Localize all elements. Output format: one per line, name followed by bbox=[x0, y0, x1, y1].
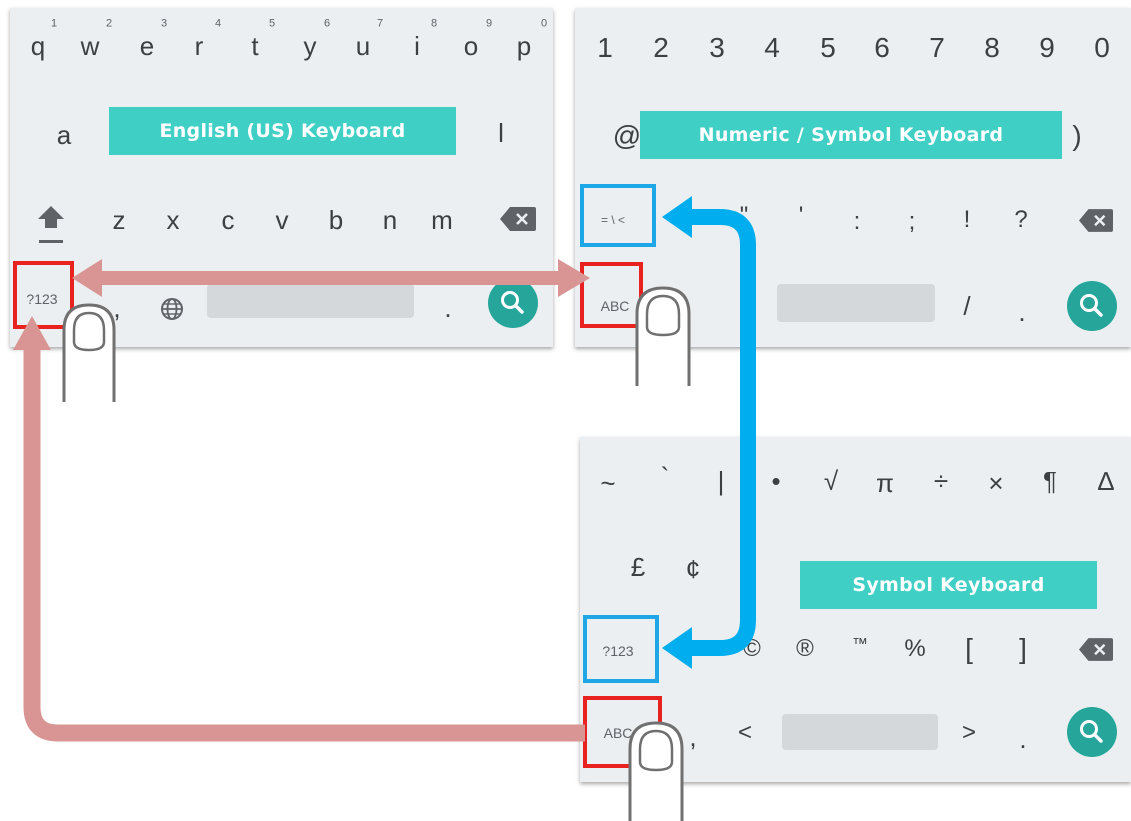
return-arrow-pink bbox=[13, 316, 585, 742]
key-u-hint: 7 bbox=[376, 17, 384, 30]
backspace-icon[interactable] bbox=[500, 207, 536, 231]
key-0[interactable]: 0 bbox=[1094, 34, 1110, 62]
numeric-keyboard: 1 2 3 4 5 6 7 8 9 0 @ ) = \ < " ' : ; ! … bbox=[575, 8, 1131, 347]
key-w-hint: 2 bbox=[105, 17, 113, 30]
key-7[interactable]: 7 bbox=[929, 34, 945, 62]
key-q-hint: 1 bbox=[50, 17, 58, 30]
key-delta[interactable]: ∆ bbox=[1098, 468, 1114, 494]
key-m[interactable]: m bbox=[431, 207, 453, 233]
numeric-keyboard-label: Numeric / Symbol Keyboard bbox=[640, 111, 1062, 159]
key-question[interactable]: ? bbox=[1014, 208, 1027, 232]
key-period[interactable]: . bbox=[1019, 726, 1026, 752]
key-t[interactable]: t bbox=[251, 33, 258, 59]
key-5[interactable]: 5 bbox=[820, 34, 836, 62]
key-r[interactable]: r bbox=[195, 33, 204, 59]
key-2[interactable]: 2 bbox=[653, 34, 669, 62]
symbol-back-key-highlight bbox=[583, 615, 659, 683]
key-t-hint: 5 bbox=[268, 17, 276, 30]
key-p-hint: 0 bbox=[540, 17, 548, 30]
key-multiply[interactable]: × bbox=[988, 470, 1003, 496]
key-single-quote[interactable]: ' bbox=[799, 204, 804, 228]
key-sqrt[interactable]: √ bbox=[824, 468, 838, 494]
key-less-than[interactable]: < bbox=[738, 721, 752, 745]
key-x[interactable]: x bbox=[167, 207, 180, 233]
key-exclamation[interactable]: ! bbox=[964, 208, 971, 232]
backspace-icon[interactable] bbox=[1079, 638, 1113, 661]
key-cent[interactable]: ¢ bbox=[686, 556, 700, 582]
key-n[interactable]: n bbox=[383, 207, 397, 233]
english-keyboard-label: English (US) Keyboard bbox=[109, 107, 456, 155]
key-divide[interactable]: ÷ bbox=[934, 468, 948, 494]
key-colon[interactable]: : bbox=[854, 210, 861, 234]
key-trademark[interactable]: ™ bbox=[852, 637, 868, 653]
key-l[interactable]: l bbox=[498, 120, 504, 146]
key-comma[interactable]: , bbox=[689, 724, 696, 750]
shift-icon[interactable] bbox=[36, 204, 66, 246]
globe-icon[interactable] bbox=[159, 296, 185, 322]
key-z[interactable]: z bbox=[113, 207, 126, 233]
key-e[interactable]: e bbox=[140, 33, 154, 59]
key-q[interactable]: q bbox=[31, 33, 45, 59]
key-3[interactable]: 3 bbox=[709, 34, 725, 62]
key-1[interactable]: 1 bbox=[597, 34, 613, 62]
key-at[interactable]: @ bbox=[613, 122, 641, 150]
spacebar[interactable] bbox=[782, 714, 938, 750]
key-c[interactable]: c bbox=[222, 207, 235, 233]
key-open-bracket[interactable]: [ bbox=[965, 635, 973, 663]
key-backtick[interactable]: ` bbox=[661, 464, 670, 490]
key-slash[interactable]: / bbox=[963, 293, 970, 319]
key-b[interactable]: b bbox=[329, 207, 343, 233]
key-semicolon[interactable]: ; bbox=[909, 210, 916, 234]
key-percent[interactable]: % bbox=[904, 637, 925, 661]
key-y[interactable]: y bbox=[304, 33, 317, 59]
key-pilcrow[interactable]: ¶ bbox=[1043, 468, 1057, 494]
key-period[interactable]: . bbox=[1018, 299, 1025, 325]
key-double-quote[interactable]: " bbox=[740, 204, 749, 228]
key-4[interactable]: 4 bbox=[764, 34, 780, 62]
english-keyboard: q 1 w 2 e 3 r 4 t 5 y 6 u 7 i 8 o 9 p 0 … bbox=[10, 8, 553, 347]
spacebar[interactable] bbox=[777, 284, 935, 322]
key-i-hint: 8 bbox=[430, 17, 438, 30]
key-pi[interactable]: π bbox=[876, 470, 894, 496]
symbol-abc-key-highlight bbox=[583, 696, 662, 768]
key-w[interactable]: w bbox=[81, 33, 100, 59]
symbol-keyboard: ~ ` | • √ π ÷ × ¶ ∆ £ ¢ ?123 © ® ™ % [ ]… bbox=[580, 437, 1131, 782]
symbol-keyboard-label: Symbol Keyboard bbox=[800, 561, 1097, 609]
key-r-hint: 4 bbox=[214, 17, 222, 30]
key-registered[interactable]: ® bbox=[796, 637, 814, 661]
key-pound[interactable]: £ bbox=[631, 554, 645, 580]
numeric-abc-key-highlight bbox=[580, 262, 643, 328]
key-6[interactable]: 6 bbox=[874, 34, 890, 62]
key-v[interactable]: v bbox=[276, 207, 289, 233]
key-i[interactable]: i bbox=[414, 33, 420, 59]
key-close-paren[interactable]: ) bbox=[1072, 122, 1081, 150]
key-pipe[interactable]: | bbox=[718, 468, 725, 494]
backspace-icon[interactable] bbox=[1079, 209, 1113, 232]
key-p[interactable]: p bbox=[517, 33, 531, 59]
key-comma[interactable]: , bbox=[113, 295, 120, 321]
numeric-more-key-highlight bbox=[580, 184, 656, 247]
key-bullet[interactable]: • bbox=[771, 468, 780, 494]
key-period[interactable]: . bbox=[444, 295, 451, 321]
key-o[interactable]: o bbox=[464, 33, 478, 59]
key-tilde[interactable]: ~ bbox=[600, 470, 615, 496]
key-8[interactable]: 8 bbox=[984, 34, 1000, 62]
key-e-hint: 3 bbox=[160, 17, 168, 30]
english-mode-key-highlight bbox=[13, 261, 74, 329]
spacebar[interactable] bbox=[207, 284, 414, 318]
key-a[interactable]: a bbox=[57, 122, 71, 148]
key-u[interactable]: u bbox=[356, 33, 370, 59]
key-9[interactable]: 9 bbox=[1039, 34, 1055, 62]
key-close-bracket[interactable]: ] bbox=[1019, 635, 1027, 663]
search-icon[interactable] bbox=[1067, 707, 1117, 757]
key-greater-than[interactable]: > bbox=[962, 721, 976, 745]
key-y-hint: 6 bbox=[323, 17, 331, 30]
key-o-hint: 9 bbox=[485, 17, 493, 30]
search-icon[interactable] bbox=[1067, 281, 1117, 331]
key-copyright[interactable]: © bbox=[743, 637, 761, 661]
search-icon[interactable] bbox=[488, 278, 538, 328]
